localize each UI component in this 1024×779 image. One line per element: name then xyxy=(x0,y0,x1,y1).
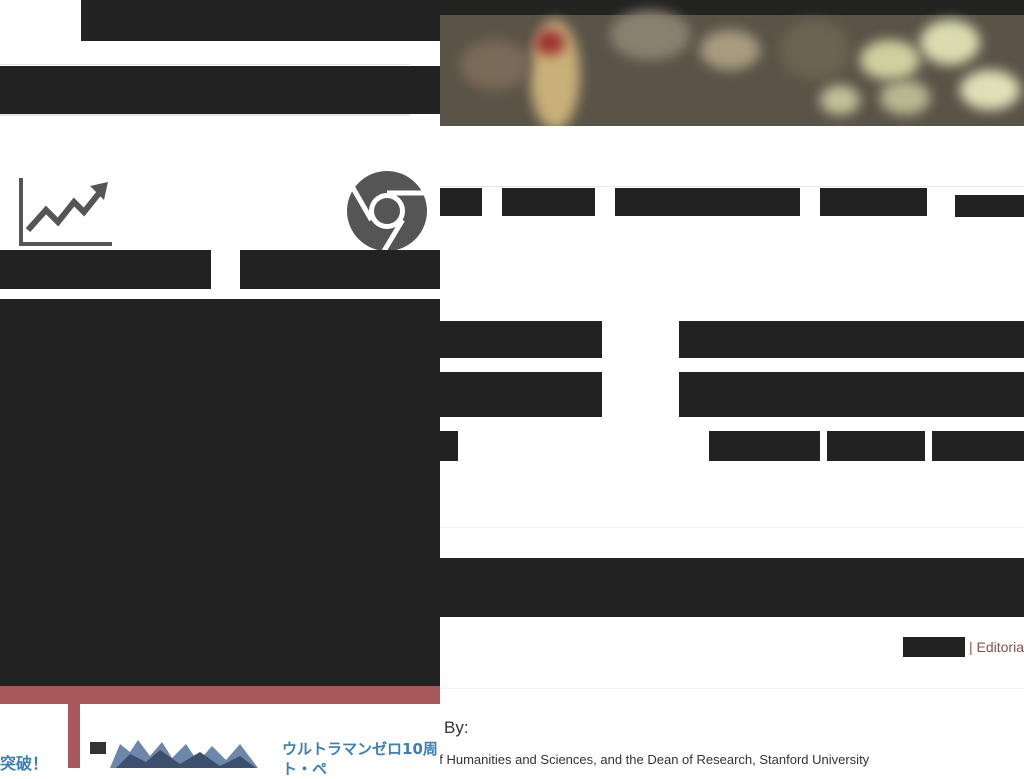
overlay-panel: 突破！ ウルトラマンゼロ10周 ト・ペ xyxy=(0,0,440,778)
nav-item-redacted[interactable] xyxy=(820,188,927,216)
share-button-redacted[interactable] xyxy=(932,431,1024,461)
category-tag-redacted[interactable] xyxy=(903,637,965,657)
share-button-redacted[interactable] xyxy=(827,431,925,461)
trending-up-icon xyxy=(18,176,114,248)
nav-item-redacted[interactable] xyxy=(955,195,1024,217)
nav-item-redacted[interactable] xyxy=(615,188,800,216)
stat-label-redacted xyxy=(240,250,440,289)
title-redacted xyxy=(679,321,1024,358)
author-affiliation: of Humanities and Sciences, and the Dean… xyxy=(432,752,870,767)
chrome-icon xyxy=(346,170,428,253)
overlay-header-redacted xyxy=(81,0,440,41)
promo-thumbnail[interactable] xyxy=(90,738,260,768)
promo-left-text[interactable]: 突破！ xyxy=(0,750,48,774)
meta-redacted xyxy=(440,431,458,461)
title-redacted xyxy=(440,321,602,358)
promo-divider xyxy=(68,704,80,768)
nav-item-redacted[interactable] xyxy=(502,188,595,216)
hero-banner-image xyxy=(440,0,1024,126)
promo-subtitle-link[interactable]: ト・ペ xyxy=(282,758,327,779)
nav-divider xyxy=(440,186,1024,187)
share-button-redacted[interactable] xyxy=(709,431,820,461)
nav-item-redacted[interactable] xyxy=(440,188,482,216)
overlay-divider xyxy=(0,114,410,116)
promo-title-link[interactable]: ウルトラマンゼロ10周 xyxy=(282,738,438,759)
meta-divider xyxy=(440,688,1024,689)
promo-header-bar xyxy=(0,686,440,704)
redacted-header-strip xyxy=(440,0,1024,15)
overlay-title-redacted xyxy=(0,66,440,114)
overlay-body-redacted xyxy=(0,299,440,686)
overlay-divider xyxy=(0,64,410,65)
title-redacted xyxy=(440,372,602,417)
title-redacted xyxy=(679,372,1024,417)
section-divider xyxy=(440,527,1024,528)
section-link[interactable]: | Editoria xyxy=(969,639,1024,655)
subtitle-redacted xyxy=(440,558,1024,617)
stat-label-redacted xyxy=(0,250,211,289)
byline-label: By: xyxy=(444,718,469,737)
